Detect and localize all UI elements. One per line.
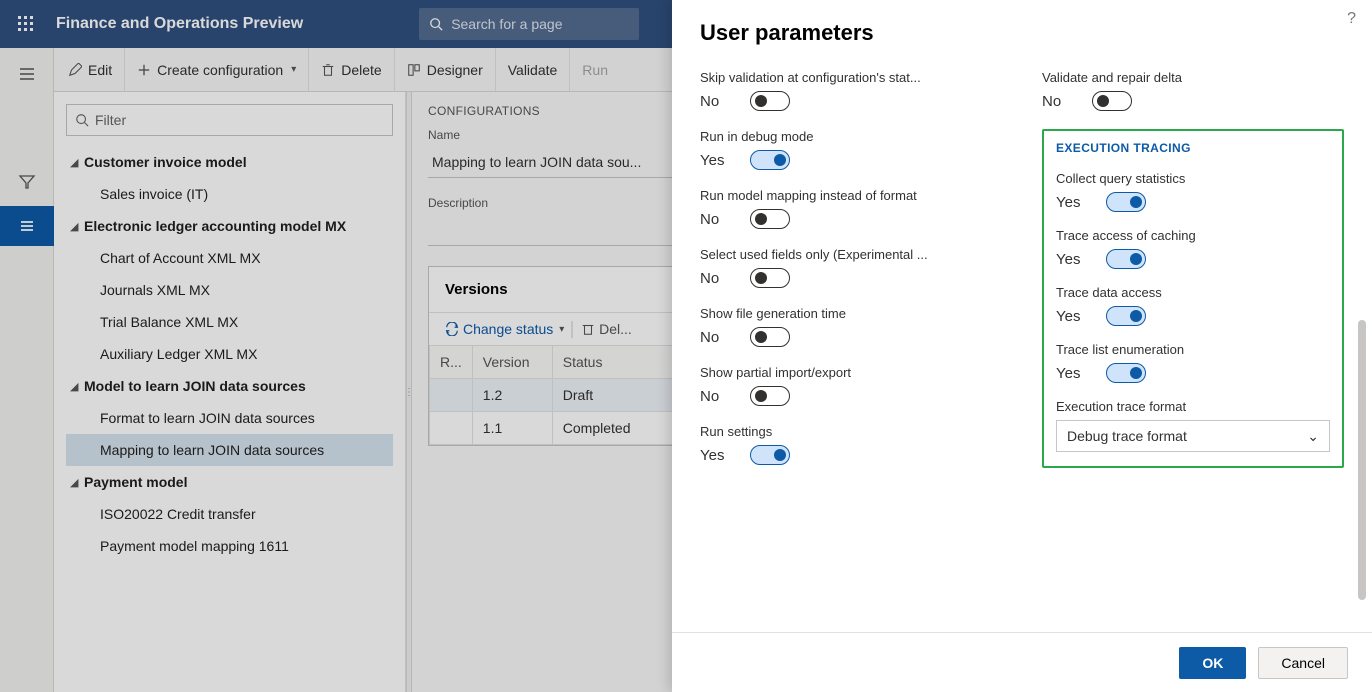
toggle-run-model-mapping[interactable] (750, 209, 790, 229)
cancel-button[interactable]: Cancel (1258, 647, 1348, 679)
chevron-down-icon: ⌄ (1307, 428, 1319, 445)
execution-tracing-section: EXECUTION TRACING Collect query statisti… (1042, 129, 1344, 468)
panel-right-column: Validate and repair delta No EXECUTION T… (1042, 70, 1344, 468)
execution-tracing-header: EXECUTION TRACING (1056, 141, 1330, 155)
toggle-run-settings[interactable] (750, 445, 790, 465)
toggle-query-stats[interactable] (1106, 192, 1146, 212)
trace-format-select[interactable]: Debug trace format ⌄ (1056, 420, 1330, 452)
panel-left-column: Skip validation at configuration's stat.… (700, 70, 1002, 468)
panel-footer: OK Cancel (672, 632, 1372, 692)
toggle-trace-data[interactable] (1106, 306, 1146, 326)
toggle-validate-delta[interactable] (1092, 91, 1132, 111)
ok-button[interactable]: OK (1179, 647, 1246, 679)
user-parameters-panel: ? User parameters Skip validation at con… (672, 0, 1372, 692)
toggle-trace-list[interactable] (1106, 363, 1146, 383)
toggle-trace-caching[interactable] (1106, 249, 1146, 269)
toggle-partial-import[interactable] (750, 386, 790, 406)
toggle-used-fields[interactable] (750, 268, 790, 288)
modal-overlay (0, 0, 672, 692)
toggle-debug-mode[interactable] (750, 150, 790, 170)
panel-title: User parameters (700, 20, 1344, 46)
toggle-file-time[interactable] (750, 327, 790, 347)
scrollbar[interactable] (1358, 320, 1366, 600)
toggle-skip-validation[interactable] (750, 91, 790, 111)
